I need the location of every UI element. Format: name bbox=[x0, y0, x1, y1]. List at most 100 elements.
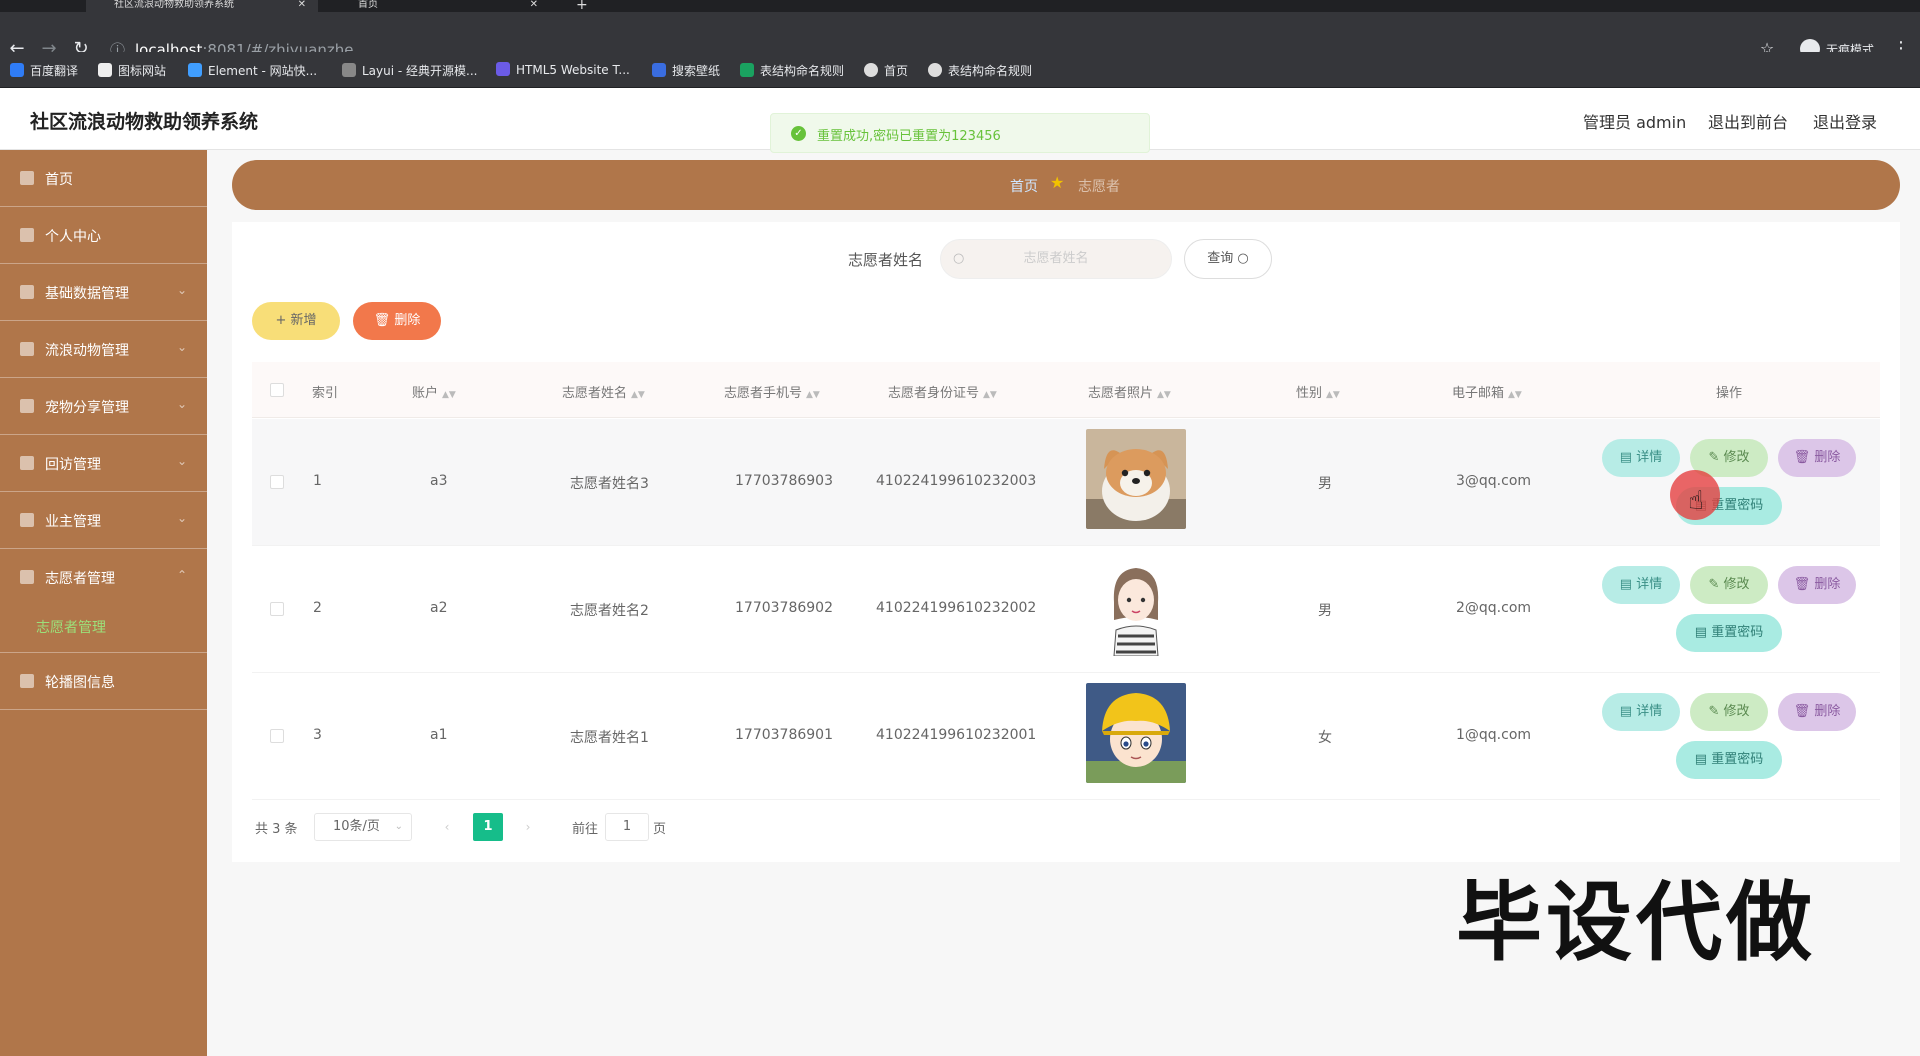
bookmark-icon bbox=[98, 63, 112, 77]
page-size-select[interactable]: 10条/页 ⌄ bbox=[314, 813, 412, 841]
bookmark-label: 搜索壁纸 bbox=[672, 64, 721, 78]
bookmark-item[interactable]: 搜索壁纸 bbox=[652, 62, 720, 79]
sort-icon: ▲▼ bbox=[983, 390, 997, 400]
browser-tab-active[interactable]: 社区流浪动物救助领养系统 ✕ bbox=[86, 0, 318, 12]
bookmark-item[interactable]: Element - 网站快... bbox=[188, 62, 317, 79]
volunteer-photo-girl bbox=[1086, 556, 1186, 656]
trash-icon: 🗑 bbox=[1793, 577, 1815, 592]
chevron-down-icon: ⌄ bbox=[176, 283, 187, 297]
close-icon[interactable]: ✕ bbox=[298, 0, 306, 10]
volunteer-icon bbox=[20, 570, 34, 584]
bookmark-label: 百度翻译 bbox=[30, 64, 79, 78]
edit-button[interactable]: ✎ 修改 bbox=[1690, 566, 1768, 604]
sidebar-item-carousel[interactable]: 轮播图信息 bbox=[0, 653, 207, 710]
bookmark-icon bbox=[10, 63, 24, 77]
query-button[interactable]: 查询 ○ bbox=[1184, 239, 1272, 279]
edit-button[interactable]: ✎ 修改 bbox=[1690, 693, 1768, 731]
tab-title: 首页 bbox=[358, 0, 378, 10]
browser-tab-strip: 社区流浪动物救助领养系统 ✕ 首页 ✕ + bbox=[0, 0, 1920, 12]
bookmark-item[interactable]: HTML5 Website T... bbox=[496, 62, 630, 77]
pencil-icon: ✎ bbox=[1708, 450, 1724, 465]
sidebar-item-home[interactable]: 首页 bbox=[0, 150, 207, 207]
table-row: 2 a2 志愿者姓名2 17703786902 4102241996102320… bbox=[252, 546, 1880, 673]
paw-icon bbox=[20, 342, 34, 356]
col-account[interactable]: 账户 ▲▼ bbox=[412, 382, 456, 401]
success-toast: ✓ 重置成功,密码已重置为123456 bbox=[770, 113, 1150, 153]
sidebar-item-visits[interactable]: 回访管理 ⌄ bbox=[0, 435, 207, 492]
trash-icon: 🗑 bbox=[1793, 704, 1815, 719]
breadcrumb-home[interactable]: 首页 bbox=[1010, 176, 1038, 196]
row-delete-button[interactable]: 🗑 删除 bbox=[1778, 439, 1856, 477]
cell-id-number: 410224199610232003 bbox=[876, 473, 1037, 489]
cell-name: 志愿者姓名3 bbox=[570, 476, 649, 492]
row-checkbox[interactable] bbox=[270, 602, 284, 616]
document-icon: ▤ bbox=[1619, 577, 1637, 592]
new-tab-icon[interactable]: + bbox=[576, 0, 596, 12]
col-gender[interactable]: 性别 ▲▼ bbox=[1296, 382, 1340, 401]
to-front-link[interactable]: 退出到前台 bbox=[1708, 109, 1788, 133]
col-phone[interactable]: 志愿者手机号 ▲▼ bbox=[724, 382, 820, 401]
trash-icon: 🗑 bbox=[1793, 450, 1815, 465]
sidebar-item-stray-animals[interactable]: 流浪动物管理 ⌄ bbox=[0, 321, 207, 378]
browser-tab[interactable]: 首页 ✕ bbox=[330, 0, 550, 12]
detail-button[interactable]: ▤ 详情 bbox=[1602, 439, 1680, 477]
row-checkbox[interactable] bbox=[270, 475, 284, 489]
col-name[interactable]: 志愿者姓名 ▲▼ bbox=[562, 382, 645, 401]
sort-icon: ▲▼ bbox=[1326, 390, 1340, 400]
owner-icon bbox=[20, 513, 34, 527]
next-page-button[interactable]: › bbox=[514, 813, 542, 841]
bookmark-item[interactable]: 首页 bbox=[864, 62, 908, 79]
sort-icon: ▲▼ bbox=[442, 390, 456, 400]
bookmark-icon bbox=[652, 63, 666, 77]
goto-page-input[interactable]: 1 bbox=[605, 813, 649, 841]
close-icon[interactable]: ✕ bbox=[530, 0, 538, 10]
sidebar-subitem-volunteer-manage[interactable]: 志愿者管理 bbox=[36, 617, 106, 637]
sidebar-item-label: 宠物分享管理 bbox=[45, 400, 129, 416]
cell-gender: 男 bbox=[1318, 476, 1332, 492]
sidebar-item-profile[interactable]: 个人中心 bbox=[0, 207, 207, 264]
page-size-value: 10条/页 bbox=[333, 819, 380, 834]
chevron-up-icon: ⌃ bbox=[176, 568, 187, 582]
chevron-down-icon: ⌄ bbox=[176, 340, 187, 354]
sidebar-item-owners[interactable]: 业主管理 ⌄ bbox=[0, 492, 207, 549]
logout-link[interactable]: 退出登录 bbox=[1813, 109, 1877, 133]
bookmark-item[interactable]: 百度翻译 bbox=[10, 62, 78, 79]
bookmark-item[interactable]: 表结构命名规则 bbox=[740, 62, 844, 79]
sidebar-item-base-data[interactable]: 基础数据管理 ⌄ bbox=[0, 264, 207, 321]
sidebar-item-pet-share[interactable]: 宠物分享管理 ⌄ bbox=[0, 378, 207, 435]
bookmark-label: 图标网站 bbox=[118, 64, 167, 78]
row-checkbox[interactable] bbox=[270, 729, 284, 743]
select-all-checkbox[interactable] bbox=[270, 383, 284, 397]
col-email[interactable]: 电子邮箱 ▲▼ bbox=[1452, 382, 1522, 401]
sidebar-item-label: 个人中心 bbox=[45, 229, 101, 245]
sort-icon: ▲▼ bbox=[806, 390, 820, 400]
col-actions: 操作 bbox=[1716, 386, 1743, 401]
watermark-text: 毕设代做 bbox=[1456, 873, 1816, 973]
row-delete-button[interactable]: 🗑 删除 bbox=[1778, 693, 1856, 731]
sidebar-item-volunteers[interactable]: 志愿者管理 ⌃ bbox=[0, 549, 207, 653]
volunteer-photo-shiba bbox=[1086, 429, 1186, 529]
reset-password-button[interactable]: ▤ 重置密码 bbox=[1676, 741, 1782, 779]
col-photo[interactable]: 志愿者照片 ▲▼ bbox=[1088, 382, 1171, 401]
cell-phone: 17703786902 bbox=[735, 600, 833, 616]
bookmark-item[interactable]: 图标网站 bbox=[98, 62, 166, 79]
col-id-number[interactable]: 志愿者身份证号 ▲▼ bbox=[888, 382, 997, 401]
delete-button[interactable]: 🗑 删除 bbox=[353, 302, 441, 340]
trash-icon: 🗑 bbox=[373, 313, 395, 328]
add-button[interactable]: + 新增 bbox=[252, 302, 340, 340]
bookmark-item[interactable]: Layui - 经典开源模... bbox=[342, 62, 477, 79]
bookmark-item[interactable]: 表结构命名规则 bbox=[928, 62, 1032, 79]
detail-button[interactable]: ▤ 详情 bbox=[1602, 693, 1680, 731]
detail-button[interactable]: ▤ 详情 bbox=[1602, 566, 1680, 604]
app-title: 社区流浪动物救助领养系统 bbox=[30, 111, 259, 133]
search-input[interactable]: ○ 志愿者姓名 bbox=[940, 239, 1172, 279]
cell-id-number: 410224199610232002 bbox=[876, 600, 1037, 616]
pagination-total: 共 3 条 bbox=[255, 822, 298, 837]
cell-name: 志愿者姓名1 bbox=[570, 730, 649, 746]
breadcrumb: 首页 ★ 志愿者 bbox=[232, 160, 1900, 210]
row-delete-button[interactable]: 🗑 删除 bbox=[1778, 566, 1856, 604]
current-page[interactable]: 1 bbox=[473, 813, 503, 841]
sidebar-item-label: 回访管理 bbox=[45, 457, 101, 473]
prev-page-button[interactable]: ‹ bbox=[433, 813, 461, 841]
reset-password-button[interactable]: ▤ 重置密码 bbox=[1676, 614, 1782, 652]
